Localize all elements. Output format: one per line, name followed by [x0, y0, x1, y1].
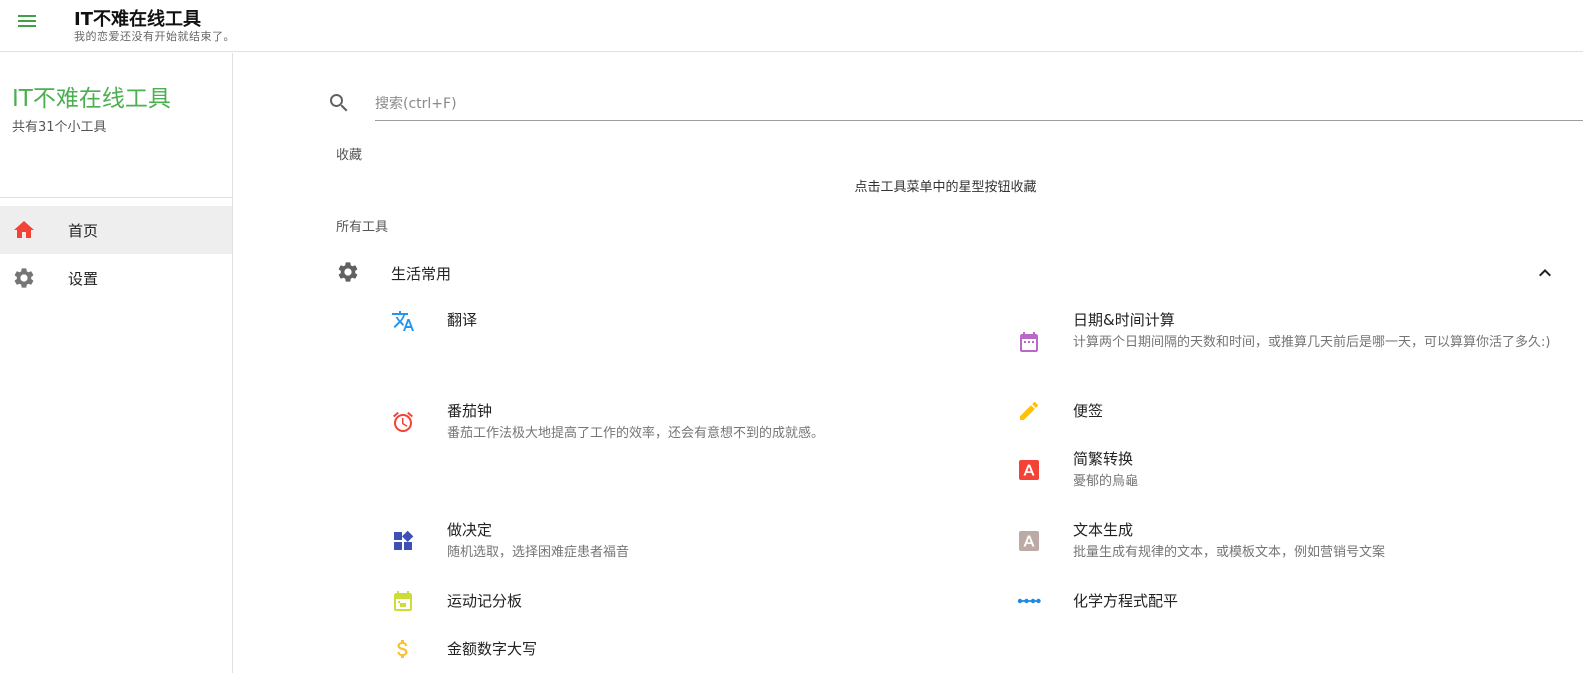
- font-box-icon: [1017, 458, 1041, 482]
- sidebar-item-label: 首页: [68, 222, 99, 240]
- tool-name: 化学方程式配平: [1073, 592, 1179, 610]
- main-content: 收藏 点击工具菜单中的星型按钮收藏 所有工具 生活常用 翻译 日期&时间计算 计…: [233, 53, 1583, 673]
- gear-icon: [336, 260, 360, 284]
- pencil-icon: [1017, 399, 1041, 423]
- tool-name: 运动记分板: [447, 592, 523, 610]
- tool-datetime-calc[interactable]: 日期&时间计算 计算两个日期间隔的天数和时间，或推算几天前后是哪一天，可以算算你…: [1017, 309, 1557, 379]
- calendar-icon: [1017, 330, 1041, 354]
- tool-count: 共有31个小工具: [12, 120, 107, 135]
- molecule-chain-icon: [1017, 589, 1041, 613]
- tool-name: 文本生成: [1073, 521, 1134, 539]
- sidebar-item-home[interactable]: 首页: [0, 206, 232, 254]
- category-label: 生活常用: [391, 265, 452, 283]
- tool-description: 随机选取，选择困难症患者福音: [447, 545, 630, 560]
- tool-description: 憂郁的烏龜: [1073, 474, 1139, 489]
- tool-decision[interactable]: 做决定 随机选取，选择困难症患者福音: [391, 519, 951, 565]
- favorites-hint: 点击工具菜单中的星型按钮收藏: [854, 180, 1037, 195]
- tool-name: 简繁转换: [1073, 450, 1134, 468]
- widgets-icon: [391, 529, 415, 553]
- sidebar-item-settings[interactable]: 设置: [0, 254, 232, 302]
- tool-pomodoro[interactable]: 番茄钟 番茄工作法极大地提高了工作的效率，还会有意想不到的成就感。: [391, 400, 951, 446]
- translate-icon: [391, 309, 415, 333]
- tool-description: 批量生成有规律的文本，或模板文本，例如营销号文案: [1073, 545, 1386, 560]
- search-icon: [327, 91, 351, 115]
- sidebar-title: IT不难在线工具: [12, 86, 171, 112]
- hamburger-menu-icon[interactable]: [12, 8, 42, 34]
- all-tools-label: 所有工具: [336, 220, 389, 235]
- tool-translate[interactable]: 翻译: [391, 309, 951, 349]
- calendar-today-icon: [391, 589, 415, 613]
- tool-name: 番茄钟: [447, 402, 493, 420]
- favorites-label: 收藏: [336, 148, 363, 163]
- tool-simplified-traditional[interactable]: 简繁转换 憂郁的烏龜: [1017, 448, 1557, 494]
- tool-text-generator[interactable]: 文本生成 批量生成有规律的文本，或模板文本，例如营销号文案: [1017, 519, 1557, 565]
- tool-notes[interactable]: 便签: [1017, 400, 1557, 430]
- chevron-up-icon[interactable]: [1533, 261, 1557, 285]
- dollar-icon: [391, 637, 415, 661]
- app-bar: IT不难在线工具 我的恋爱还没有开始就结束了。: [0, 0, 1583, 52]
- tool-chemical-balance[interactable]: 化学方程式配平: [1017, 590, 1557, 620]
- tool-name: 做决定: [447, 521, 493, 539]
- tool-name: 便签: [1073, 402, 1104, 420]
- alarm-clock-icon: [391, 410, 415, 434]
- home-icon: [12, 218, 36, 242]
- sidebar-divider: [0, 197, 232, 198]
- tool-name: 日期&时间计算: [1073, 311, 1175, 329]
- tool-name: 金额数字大写: [447, 640, 538, 658]
- search-input[interactable]: [375, 87, 1583, 121]
- font-box-icon: [1017, 529, 1041, 553]
- tool-description: 计算两个日期间隔的天数和时间，或推算几天前后是哪一天，可以算算你活了多久:): [1073, 335, 1551, 350]
- tool-name: 翻译: [447, 311, 478, 329]
- tool-currency-uppercase[interactable]: 金额数字大写: [391, 638, 951, 668]
- app-subtitle: 我的恋爱还没有开始就结束了。: [74, 30, 235, 43]
- gear-icon: [12, 266, 36, 290]
- tool-scoreboard[interactable]: 运动记分板: [391, 590, 951, 620]
- sidebar-item-label: 设置: [68, 270, 99, 288]
- sidebar: IT不难在线工具 共有31个小工具 首页 设置: [0, 53, 233, 673]
- tool-description: 番茄工作法极大地提高了工作的效率，还会有意想不到的成就感。: [447, 426, 825, 441]
